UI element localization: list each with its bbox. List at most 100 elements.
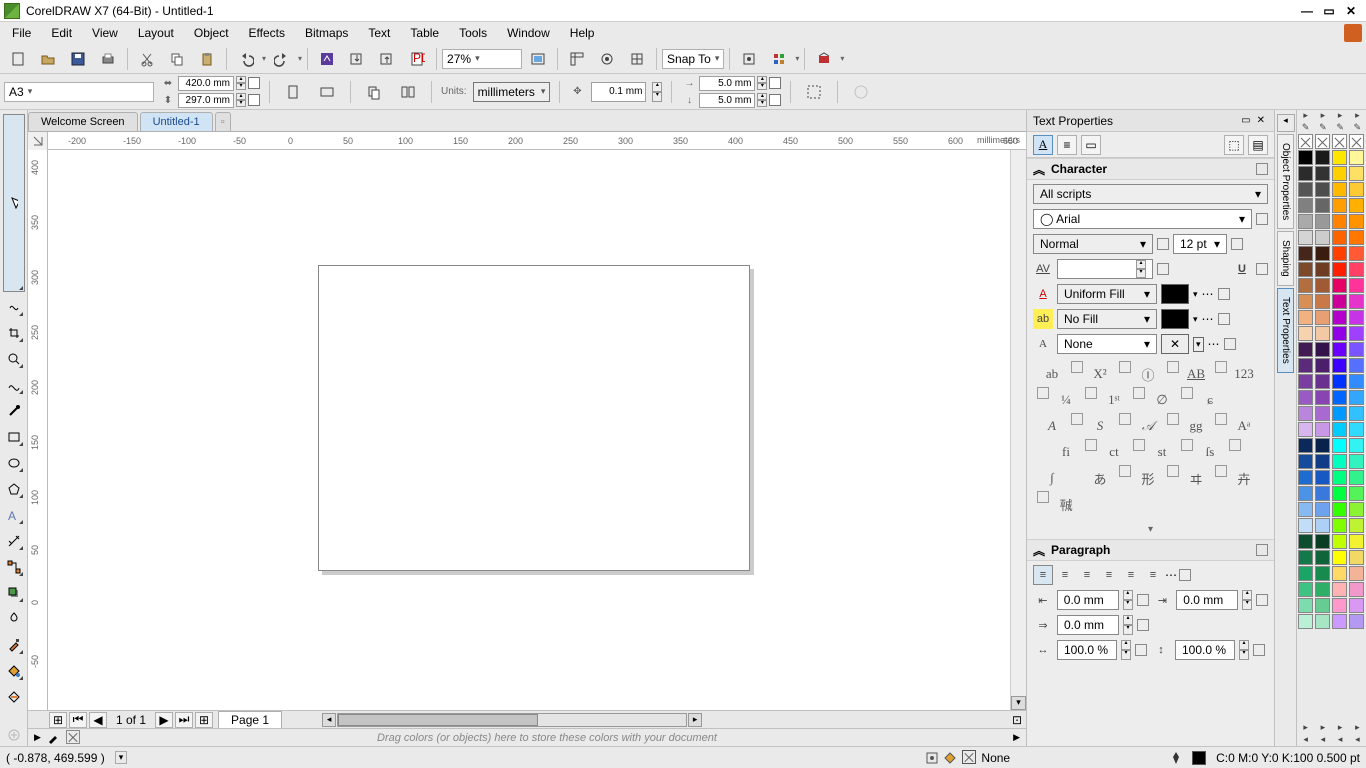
palette-dropper-1[interactable]: ✎ [1297,122,1314,134]
color-swatch[interactable] [1349,598,1364,613]
ellipse-tool[interactable] [3,452,25,474]
color-swatch[interactable] [1332,278,1347,293]
color-swatch[interactable] [1332,294,1347,309]
color-swatch[interactable] [1332,470,1347,485]
text-tool[interactable]: A [3,504,25,526]
smart-fill-tool[interactable] [3,686,25,708]
color-swatch[interactable] [1298,454,1313,469]
stylistic-set-icon[interactable]: gg [1179,413,1213,439]
add-page-icon[interactable]: ⊞ [49,712,67,728]
artistic-media-tool[interactable] [3,400,25,422]
ligature-fi-icon[interactable]: fi [1049,439,1083,465]
first-page[interactable]: ⏮ [69,712,87,728]
color-swatch[interactable] [1349,582,1364,597]
color-swatch[interactable] [1298,438,1313,453]
color-swatch[interactable] [1332,134,1347,149]
color-swatch[interactable] [1298,182,1313,197]
color-swatch[interactable] [1315,230,1330,245]
color-swatch[interactable] [1332,614,1347,629]
side-tab-text-properties[interactable]: Text Properties [1277,288,1294,373]
zoom-tool[interactable] [3,348,25,370]
menu-table[interactable]: Table [400,24,449,42]
color-swatch[interactable] [1315,198,1330,213]
palette-up-3[interactable]: ▸ [1332,110,1349,122]
color-swatch[interactable] [1332,598,1347,613]
color-swatch[interactable] [1332,214,1347,229]
shape-tool[interactable] [3,296,25,318]
color-swatch[interactable] [1298,502,1313,517]
color-swatch[interactable] [1298,214,1313,229]
color-swatch[interactable] [1315,358,1330,373]
scale-v-input[interactable]: 100.0 % [1175,640,1235,660]
color-swatch[interactable] [1315,374,1330,389]
menu-text[interactable]: Text [358,24,400,42]
color-swatch[interactable] [1315,406,1330,421]
color-swatch[interactable] [1315,614,1330,629]
font-style-select[interactable]: Normal▾ [1033,234,1153,254]
more-icon[interactable]: ⋯ [1202,312,1214,326]
color-swatch[interactable] [1315,182,1330,197]
welcome-screen-icon[interactable] [810,47,838,71]
ordinal-icon[interactable]: 1ˢᵗ [1097,387,1131,413]
color-swatch[interactable] [1315,598,1330,613]
script-select[interactable]: All scripts▾ [1033,184,1268,204]
color-swatch[interactable] [1349,214,1364,229]
treat-as-filled-icon[interactable] [800,80,828,104]
color-swatch[interactable] [1315,294,1330,309]
color-swatch[interactable] [1315,422,1330,437]
last-page[interactable]: ⏭ [175,712,193,728]
color-swatch[interactable] [1349,246,1364,261]
options-icon[interactable] [735,47,763,71]
cjk-a-icon[interactable]: あ [1083,465,1117,491]
font-size-input[interactable]: 12 pt▾ [1173,234,1227,254]
color-swatch[interactable] [1349,502,1364,517]
ligature-fs-icon[interactable]: ſs [1193,439,1227,465]
color-swatch[interactable] [1349,134,1364,149]
more-icon[interactable]: ⋯ [1165,568,1177,582]
align-full-icon[interactable]: ≡ [1121,565,1141,585]
color-swatch[interactable] [1315,246,1330,261]
color-swatch[interactable] [1332,182,1347,197]
color-swatch[interactable] [1298,486,1313,501]
color-swatch[interactable] [1298,246,1313,261]
color-swatch[interactable] [1315,438,1330,453]
color-swatch[interactable] [1315,150,1330,165]
crop-tool[interactable] [3,322,25,344]
align-none-icon[interactable]: ≡ [1033,565,1053,585]
color-swatch[interactable] [1349,294,1364,309]
color-swatch[interactable] [1332,566,1347,581]
char-outline-swatch[interactable]: ✕ [1161,334,1189,354]
pick-tool[interactable] [3,114,25,292]
navigator-icon[interactable]: ⊡ [1008,713,1026,727]
color-swatch[interactable] [1349,406,1364,421]
new-icon[interactable] [4,47,32,71]
subscript-icon[interactable]: ab [1035,361,1069,387]
char-fill-select[interactable]: Uniform Fill▾ [1057,284,1157,304]
color-swatch[interactable] [1332,262,1347,277]
search-content-icon[interactable] [313,47,341,71]
color-swatch[interactable] [1298,262,1313,277]
menu-tools[interactable]: Tools [449,24,497,42]
color-swatch[interactable] [1315,278,1330,293]
docker-close-icon[interactable]: ✕ [1254,115,1268,126]
color-swatch[interactable] [1349,470,1364,485]
color-swatch[interactable] [1332,502,1347,517]
indent-left-input[interactable]: 0.0 mm [1057,590,1119,610]
color-swatch[interactable] [1298,390,1313,405]
menu-edit[interactable]: Edit [41,24,82,42]
color-swatch[interactable] [1298,470,1313,485]
color-swatch[interactable] [1298,198,1313,213]
palette-dropper-4[interactable]: ✎ [1349,122,1366,134]
color-swatch[interactable] [1349,390,1364,405]
character-tab-icon[interactable]: A [1033,135,1053,155]
allcaps-icon[interactable]: AB [1179,361,1213,387]
cjk-b-icon[interactable]: 形 [1131,465,1165,491]
frame-tab-icon[interactable]: ▭ [1081,135,1101,155]
color-swatch[interactable] [1332,358,1347,373]
color-swatch[interactable] [1315,502,1330,517]
color-swatch[interactable] [1332,246,1347,261]
color-swatch[interactable] [1298,582,1313,597]
palette-down-1[interactable]: ▸ [1297,722,1314,734]
ruler-origin[interactable] [28,132,48,150]
color-swatch[interactable] [1332,454,1347,469]
